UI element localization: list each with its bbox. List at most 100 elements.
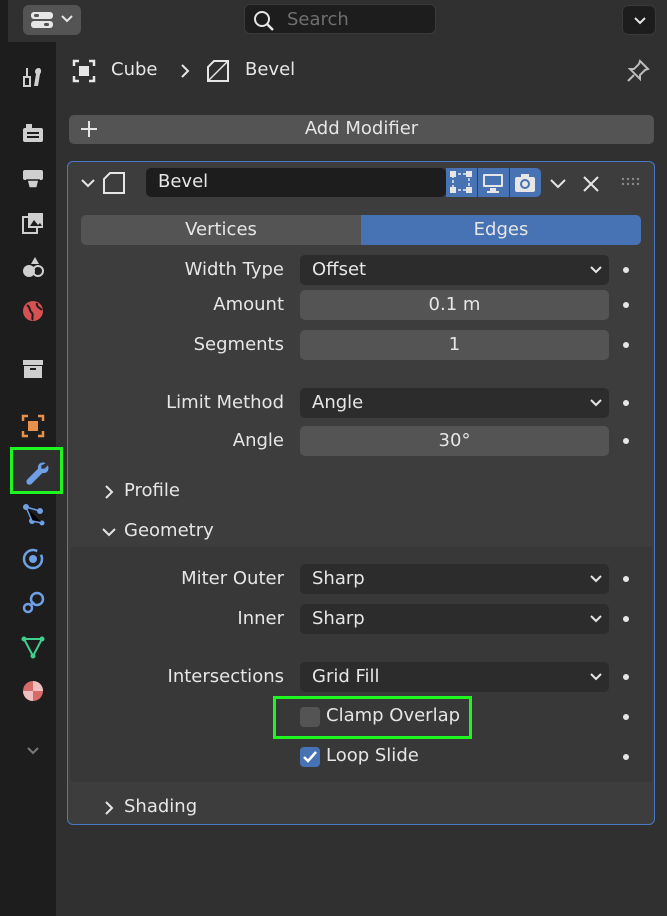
tabs-more[interactable]: [11, 730, 55, 770]
drag-handle-icon[interactable]: [621, 177, 643, 187]
render-toggle[interactable]: [510, 168, 541, 197]
tab-world[interactable]: [11, 291, 55, 331]
animate-property-dot[interactable]: [623, 342, 629, 348]
tab-modifiers[interactable]: [10, 447, 63, 494]
add-modifier-button[interactable]: Add Modifier: [69, 115, 654, 144]
animate-property-dot[interactable]: [623, 754, 629, 760]
tab-view-layer[interactable]: [11, 203, 55, 243]
angle-value: 30°: [438, 430, 471, 451]
pin-icon[interactable]: [626, 59, 650, 83]
edit-mode-toggle[interactable]: [446, 168, 477, 197]
modifier-header: Bevel: [68, 162, 654, 204]
tab-output[interactable]: [11, 158, 55, 198]
bevel-modifier-icon: [207, 60, 229, 82]
chevron-down-icon: [102, 528, 116, 537]
camera-icon: [515, 174, 535, 192]
close-icon[interactable]: [581, 174, 601, 194]
images-icon: [22, 213, 43, 234]
shading-label: Shading: [124, 796, 198, 817]
search-input[interactable]: Search: [244, 4, 436, 34]
scene-icon: [23, 257, 44, 277]
tab-collection[interactable]: [11, 349, 55, 389]
inner-label: Inner: [237, 608, 284, 629]
limit-method-label: Limit Method: [166, 392, 284, 413]
properties-editor: Search Cube Bevel Add Modifier Bevel Ver…: [0, 0, 667, 916]
segments-label: Segments: [193, 334, 284, 355]
chevron-down-icon: [590, 615, 602, 623]
animate-property-dot[interactable]: [623, 267, 629, 273]
animate-property-dot[interactable]: [623, 400, 629, 406]
chevron-down-icon: [590, 399, 602, 407]
angle-field[interactable]: 30°: [300, 426, 609, 456]
chevron-down-icon: [590, 673, 602, 681]
modifier-name-field[interactable]: Bevel: [146, 168, 446, 197]
tab-constraints[interactable]: [11, 583, 55, 623]
monitor-icon: [483, 174, 503, 193]
clamp-overlap-checkbox[interactable]: [300, 707, 320, 727]
animate-property-dot[interactable]: [623, 674, 629, 680]
width-type-dropdown[interactable]: Offset: [300, 255, 609, 285]
tab-scene[interactable]: [11, 247, 55, 287]
breadcrumb: Cube Bevel: [56, 42, 667, 98]
physics-orbit-icon: [22, 548, 44, 570]
profile-subpanel-header[interactable]: Profile: [68, 474, 654, 508]
tab-particles[interactable]: [11, 494, 55, 534]
material-sphere-icon: [23, 681, 43, 701]
editor-type-button[interactable]: [23, 5, 81, 35]
amount-label: Amount: [213, 294, 284, 315]
tab-tool[interactable]: [11, 57, 55, 97]
constraint-icon: [22, 591, 45, 614]
window-edge: [0, 0, 8, 916]
affect-edges-button[interactable]: Edges: [361, 215, 641, 245]
add-modifier-label: Add Modifier: [304, 118, 419, 139]
header-options-button[interactable]: [622, 5, 656, 35]
amount-value: 0.1 m: [428, 294, 481, 315]
tab-material[interactable]: [11, 671, 55, 711]
tab-object[interactable]: [11, 406, 55, 446]
affect-selector: Vertices Edges: [81, 215, 641, 245]
tab-data[interactable]: [11, 627, 55, 667]
animate-property-dot[interactable]: [623, 302, 629, 308]
tab-render[interactable]: [11, 113, 55, 153]
intersections-dropdown[interactable]: Grid Fill: [300, 662, 609, 692]
modifier-name-value: Bevel: [158, 171, 209, 192]
mesh-triangle-icon: [21, 636, 45, 659]
loop-slide-checkbox[interactable]: [300, 747, 320, 767]
segments-field[interactable]: 1: [300, 330, 609, 360]
intersections-value: Grid Fill: [312, 666, 380, 687]
properties-editor-icon: [31, 12, 53, 28]
limit-method-value: Angle: [312, 392, 364, 413]
chevron-down-icon[interactable]: [548, 174, 568, 194]
geometry-subpanel-header[interactable]: Geometry: [68, 514, 654, 548]
box-icon: [23, 360, 43, 378]
wrench-screwdriver-icon: [23, 68, 42, 87]
inner-dropdown[interactable]: Sharp: [300, 604, 609, 634]
miter-outer-value: Sharp: [312, 568, 365, 589]
limit-method-dropdown[interactable]: Angle: [300, 388, 609, 418]
object-square-icon: [21, 414, 45, 438]
editor-header: Search: [8, 0, 667, 42]
miter-outer-dropdown[interactable]: Sharp: [300, 564, 609, 594]
chevron-down-icon: [27, 747, 39, 755]
animate-property-dot[interactable]: [623, 616, 629, 622]
intersections-label: Intersections: [167, 666, 284, 687]
chevron-right-icon: [105, 801, 114, 815]
checkmark-icon: [303, 751, 317, 763]
animate-property-dot[interactable]: [623, 714, 629, 720]
chevron-right-icon: [105, 485, 114, 499]
shading-subpanel-header[interactable]: Shading: [68, 790, 654, 824]
width-type-label: Width Type: [184, 259, 284, 280]
breadcrumb-modifier: Bevel: [245, 59, 296, 80]
search-placeholder: Search: [287, 9, 349, 30]
chevron-down-icon: [61, 15, 73, 23]
chevron-right-icon: [181, 64, 190, 78]
animate-property-dot[interactable]: [623, 576, 629, 582]
animate-property-dot[interactable]: [623, 438, 629, 444]
tab-physics[interactable]: [11, 539, 55, 579]
chevron-down-icon[interactable]: [80, 175, 96, 191]
affect-vertices-button[interactable]: Vertices: [81, 215, 361, 245]
width-type-value: Offset: [312, 259, 367, 280]
miter-outer-label: Miter Outer: [181, 568, 284, 589]
viewport-toggle[interactable]: [478, 168, 509, 197]
amount-field[interactable]: 0.1 m: [300, 290, 609, 320]
